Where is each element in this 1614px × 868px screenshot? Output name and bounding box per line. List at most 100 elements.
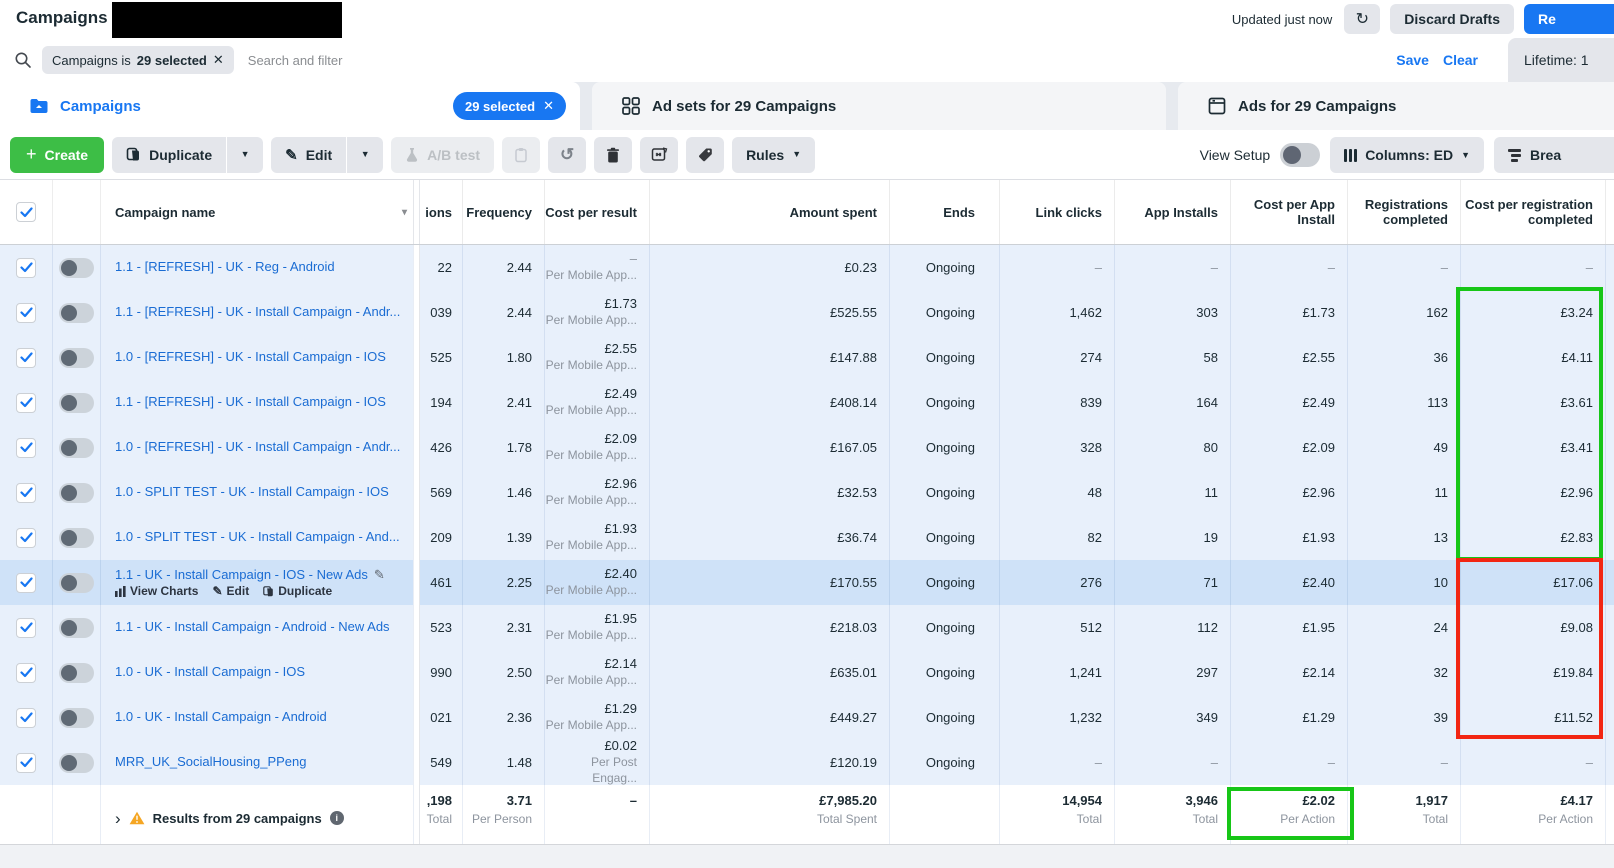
campaign-active-toggle[interactable] — [59, 662, 94, 683]
frozen-column-divider[interactable] — [413, 560, 420, 605]
columns-button[interactable]: Columns: ED ▼ — [1330, 137, 1484, 173]
frozen-column-divider[interactable] — [413, 605, 420, 650]
filter-chip-prefix: Campaigns is — [52, 52, 131, 68]
row-checkbox[interactable] — [16, 752, 36, 773]
tag-button[interactable] — [686, 136, 725, 173]
campaign-name-link[interactable]: 1.1 - UK - Install Campaign - IOS - New … — [115, 567, 368, 583]
search-input[interactable]: Search and filter — [248, 53, 343, 68]
campaign-active-toggle[interactable] — [59, 752, 94, 773]
refresh-button[interactable]: ↻ — [1344, 4, 1381, 34]
frozen-column-divider[interactable] — [413, 425, 420, 470]
frozen-column-divider[interactable] — [413, 180, 420, 244]
frozen-column-divider[interactable] — [413, 245, 420, 290]
row-checkbox[interactable] — [16, 257, 36, 278]
view-charts-action[interactable]: View Charts — [115, 584, 198, 598]
campaign-active-toggle[interactable] — [59, 392, 94, 413]
select-all-checkbox[interactable] — [16, 202, 36, 222]
frozen-column-divider[interactable] — [413, 650, 420, 695]
frozen-column-divider[interactable] — [413, 470, 420, 515]
row-checkbox[interactable] — [16, 617, 36, 638]
campaign-name-link[interactable]: 1.1 - [REFRESH] - UK - Reg - Android — [115, 259, 335, 275]
frozen-column-divider[interactable] — [413, 740, 420, 785]
row-checkbox[interactable] — [16, 437, 36, 458]
frozen-column-divider[interactable] — [413, 695, 420, 740]
date-range-selector[interactable]: Lifetime: 1 — [1508, 38, 1614, 82]
tab-adsets[interactable]: Ad sets for 29 Campaigns — [592, 82, 1166, 130]
paste-button[interactable] — [502, 136, 541, 173]
discard-drafts-button[interactable]: Discard Drafts — [1390, 4, 1514, 34]
edit-button[interactable]: ✎ Edit — [271, 136, 347, 173]
campaign-active-toggle[interactable] — [59, 707, 94, 728]
duplicate-action[interactable]: Duplicate — [263, 584, 332, 598]
row-checkbox[interactable] — [16, 527, 36, 548]
campaign-active-toggle[interactable] — [59, 347, 94, 368]
clear-selection-icon[interactable]: ✕ — [543, 98, 554, 114]
campaign-active-toggle[interactable] — [59, 302, 94, 323]
filter-chip-close-icon[interactable]: ✕ — [213, 52, 224, 68]
revert-button[interactable]: ↺ — [548, 136, 587, 173]
sort-caret-icon[interactable]: ▾ — [402, 207, 407, 218]
column-app-installs[interactable]: App Installs — [1114, 180, 1230, 244]
campaign-name-link[interactable]: 1.0 - UK - Install Campaign - Android — [115, 709, 327, 725]
frozen-column-divider[interactable] — [413, 335, 420, 380]
ab-test-button[interactable]: A/B test — [391, 136, 495, 173]
campaign-active-toggle[interactable] — [59, 257, 94, 278]
campaign-active-toggle[interactable] — [59, 572, 94, 593]
campaign-active-toggle[interactable] — [59, 482, 94, 503]
filter-chip-campaigns-selected[interactable]: Campaigns is 29 selected ✕ — [42, 46, 234, 74]
column-ends[interactable]: Ends — [889, 180, 999, 244]
expand-results-chevron[interactable]: › — [115, 810, 121, 827]
campaign-name-link[interactable]: 1.1 - [REFRESH] - UK - Install Campaign … — [115, 394, 386, 410]
breakdown-button[interactable]: Brea — [1494, 137, 1614, 173]
row-checkbox[interactable] — [16, 482, 36, 503]
tab-campaigns[interactable]: Campaigns 29 selected ✕ — [0, 82, 580, 130]
frozen-column-divider[interactable] — [413, 515, 420, 560]
campaign-name-link[interactable]: 1.0 - UK - Install Campaign - IOS — [115, 664, 305, 680]
row-checkbox[interactable] — [16, 662, 36, 683]
row-checkbox[interactable] — [16, 347, 36, 368]
campaign-name-link[interactable]: 1.1 - UK - Install Campaign - Android - … — [115, 619, 390, 635]
clear-filter-link[interactable]: Clear — [1443, 52, 1478, 68]
view-setup-toggle[interactable] — [1280, 143, 1321, 167]
campaign-active-toggle[interactable] — [59, 527, 94, 548]
campaign-name-link[interactable]: 1.0 - SPLIT TEST - UK - Install Campaign… — [115, 529, 400, 545]
delete-button[interactable] — [594, 136, 633, 173]
campaign-name-link[interactable]: 1.0 - [REFRESH] - UK - Install Campaign … — [115, 349, 386, 365]
ends-cell: Ongoing — [889, 380, 999, 425]
campaign-name-link[interactable]: 1.1 - [REFRESH] - UK - Install Campaign … — [115, 304, 400, 320]
frozen-column-divider[interactable] — [413, 290, 420, 335]
row-checkbox[interactable] — [16, 302, 36, 323]
column-cost-per-app-install[interactable]: Cost per App Install — [1230, 180, 1347, 244]
edit-pencil-icon[interactable]: ✎ — [374, 567, 385, 583]
column-campaign-name[interactable]: Campaign name ▾ — [100, 180, 413, 244]
duplicate-button[interactable]: Duplicate — [112, 136, 227, 173]
column-impressions-partial[interactable]: ions — [420, 180, 462, 244]
save-filter-link[interactable]: Save — [1396, 52, 1429, 68]
column-registrations-completed[interactable]: Registrations completed — [1347, 180, 1460, 244]
column-cost-per-result[interactable]: Cost per result — [544, 180, 649, 244]
column-frequency[interactable]: Frequency — [462, 180, 544, 244]
tab-ads[interactable]: Ads for 29 Campaigns — [1178, 82, 1614, 130]
row-checkbox[interactable] — [16, 392, 36, 413]
column-amount-spent[interactable]: Amount spent — [649, 180, 889, 244]
rules-button[interactable]: Rules ▼ — [732, 136, 816, 173]
export-button[interactable] — [640, 136, 679, 173]
selected-count-pill[interactable]: 29 selected ✕ — [452, 92, 566, 120]
duplicate-dropdown-button[interactable]: ▼ — [227, 136, 264, 173]
info-icon[interactable]: i — [329, 811, 344, 825]
campaign-active-toggle[interactable] — [59, 617, 94, 638]
column-link-clicks[interactable]: Link clicks — [999, 180, 1114, 244]
edit-dropdown-button[interactable]: ▼ — [347, 136, 384, 173]
search-icon — [14, 51, 36, 69]
create-button[interactable]: + Create — [10, 136, 105, 173]
row-checkbox[interactable] — [16, 572, 36, 593]
frozen-column-divider[interactable] — [413, 380, 420, 425]
campaign-name-link[interactable]: 1.0 - SPLIT TEST - UK - Install Campaign… — [115, 484, 389, 500]
campaign-name-link[interactable]: 1.0 - [REFRESH] - UK - Install Campaign … — [115, 439, 400, 455]
review-publish-button[interactable]: Re — [1524, 4, 1614, 34]
edit-action[interactable]: ✎ Edit — [212, 584, 249, 598]
campaign-name-link[interactable]: MRR_UK_SocialHousing_PPeng — [115, 754, 307, 770]
row-checkbox[interactable] — [16, 707, 36, 728]
campaign-active-toggle[interactable] — [59, 437, 94, 458]
column-cost-per-registration[interactable]: Cost per registration completed — [1460, 180, 1605, 244]
